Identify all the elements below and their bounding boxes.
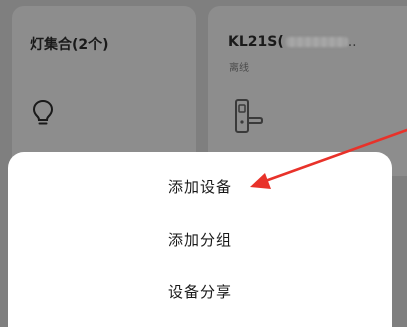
device-card-lock[interactable]: KL21S(.. 离线 [208,6,407,176]
add-group-option[interactable]: 添加分组 [8,229,392,250]
add-device-option[interactable]: 添加设备 [8,176,392,197]
action-sheet: 添加设备 添加分组 设备分享 [8,152,392,327]
smart-lock-icon [235,99,263,133]
card-title-text: KL21S( [228,34,284,50]
device-card-lights[interactable]: 灯集合(2个) [12,6,196,176]
card-title: KL21S(.. [228,34,357,50]
offline-status: 离线 [229,63,249,74]
card-title-ellipsis: .. [347,34,357,50]
lightbulb-icon [32,99,54,125]
redacted-device-id [285,37,348,47]
share-device-option[interactable]: 设备分享 [8,281,392,302]
card-title: 灯集合(2个) [30,37,109,53]
